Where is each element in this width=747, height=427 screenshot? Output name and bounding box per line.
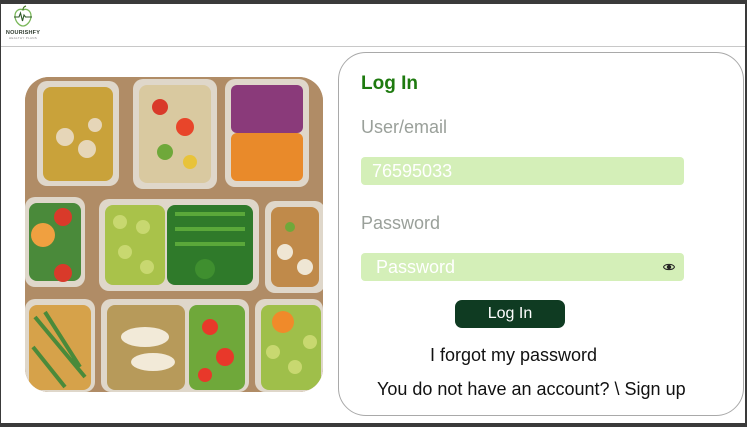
- meal-prep-illustration: [25, 77, 323, 392]
- user-email-label: User/email: [361, 117, 448, 137]
- login-button[interactable]: Log In: [455, 300, 565, 328]
- user-email-value: 76595033: [372, 161, 453, 181]
- brand-logo[interactable]: NOURISHFY HEALTHY PLANS: [3, 5, 43, 45]
- login-card: Log In User/email 76595033 Password Pass…: [338, 52, 744, 416]
- password-placeholder: Password: [376, 257, 456, 277]
- apple-heartbeat-icon: [14, 5, 32, 27]
- forgot-password-link[interactable]: I forgot my password: [430, 345, 597, 366]
- app-window: NOURISHFY HEALTHY PLANS Log In User/emai…: [1, 4, 745, 423]
- meal-prep-photo: [25, 77, 323, 392]
- top-bar: NOURISHFY HEALTHY PLANS: [1, 4, 745, 47]
- brand-tagline: HEALTHY PLANS: [8, 36, 38, 40]
- user-email-field[interactable]: 76595033: [361, 157, 684, 185]
- password-label: Password: [361, 213, 441, 233]
- password-field[interactable]: Password: [361, 253, 684, 281]
- login-title: Log In: [361, 73, 418, 94]
- signup-link[interactable]: You do not have an account? \ Sign up: [377, 379, 686, 400]
- eye-icon[interactable]: [663, 261, 675, 273]
